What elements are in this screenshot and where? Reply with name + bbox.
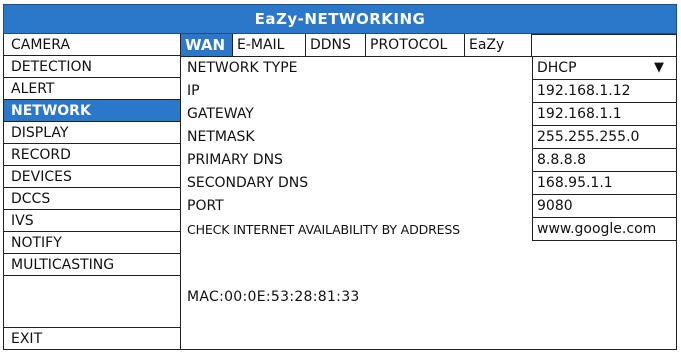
sidebar-item-ivs[interactable]: IVS (3, 210, 181, 232)
dropdown-arrow-icon: ▼ (654, 60, 664, 75)
check-internet-address-field[interactable]: www.google.com (532, 218, 677, 241)
mac-address: MAC:00:0E:53:28:81:33 (187, 289, 360, 305)
netmask-field[interactable]: 255.255.255.0 (532, 126, 677, 149)
tab-ddns[interactable]: DDNS (306, 34, 366, 57)
sidebar-item-dccs[interactable]: DCCS (3, 188, 181, 210)
network-type-dropdown[interactable]: DHCP ▼ (532, 57, 677, 80)
sidebar-item-multicasting[interactable]: MULTICASTING (3, 254, 181, 276)
port-label: PORT (187, 198, 224, 214)
sidebar-item-notify[interactable]: NOTIFY (3, 232, 181, 254)
sidebar-item-alert[interactable]: ALERT (3, 78, 181, 100)
port-field[interactable]: 9080 (532, 195, 677, 218)
sidebar-item-exit[interactable]: EXIT (3, 328, 181, 350)
gateway-label: GATEWAY (187, 106, 254, 122)
tab-protocol[interactable]: PROTOCOL (366, 34, 465, 57)
sidebar-empty-slot (3, 276, 181, 328)
window-title: EaZy-NETWORKING (3, 4, 677, 34)
tab-bar-filler (532, 34, 677, 57)
ip-field[interactable]: 192.168.1.12 (532, 80, 677, 103)
sidebar-item-detection[interactable]: DETECTION (3, 56, 181, 78)
gateway-field[interactable]: 192.168.1.1 (532, 103, 677, 126)
tab-wan[interactable]: WAN (181, 34, 233, 57)
secondary-dns-label: SECONDARY DNS (187, 175, 309, 191)
sidebar-item-display[interactable]: DISPLAY (3, 122, 181, 144)
sidebar-item-devices[interactable]: DEVICES (3, 166, 181, 188)
network-type-value: DHCP (537, 60, 577, 76)
sidebar-item-network[interactable]: NETWORK (3, 100, 181, 122)
primary-dns-field[interactable]: 8.8.8.8 (532, 149, 677, 172)
netmask-label: NETMASK (187, 129, 255, 145)
networking-window: EaZy-NETWORKING CAMERA DETECTION ALERT N… (0, 0, 681, 353)
primary-dns-label: PRIMARY DNS (187, 152, 283, 168)
network-type-label: NETWORK TYPE (187, 60, 298, 76)
sidebar-item-camera[interactable]: CAMERA (3, 34, 181, 56)
secondary-dns-field[interactable]: 168.95.1.1 (532, 172, 677, 195)
tab-e-mail[interactable]: E-MAIL (233, 34, 306, 57)
tab-eazy[interactable]: EaZy (465, 34, 532, 57)
sidebar-item-record[interactable]: RECORD (3, 144, 181, 166)
ip-label: IP (187, 83, 200, 99)
check-internet-label: CHECK INTERNET AVAILABILITY BY ADDRESS (187, 221, 460, 237)
